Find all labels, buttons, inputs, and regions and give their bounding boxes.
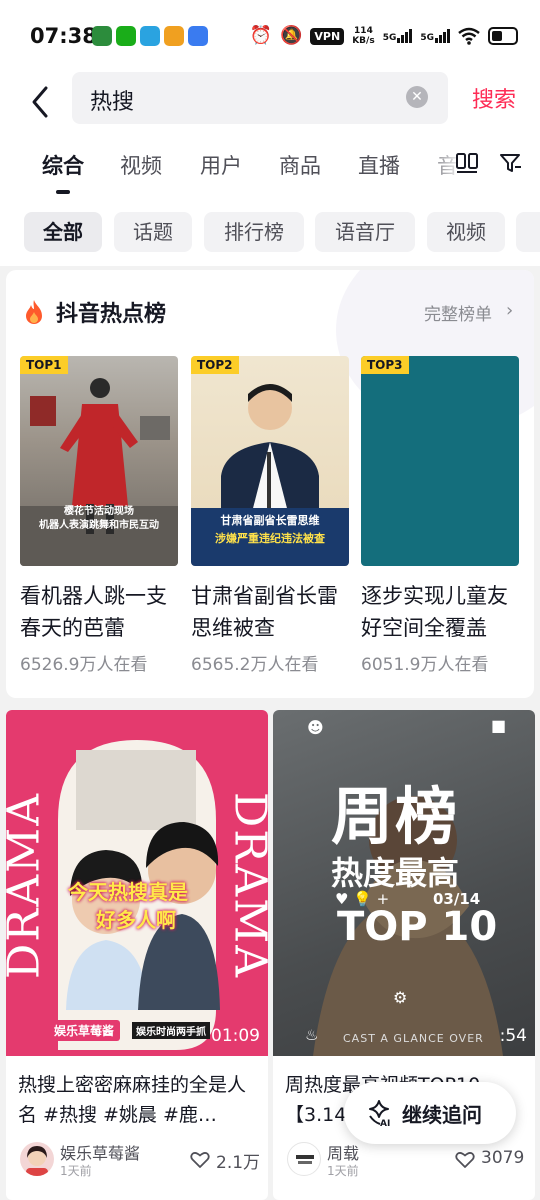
video-thumbnail[interactable]: ☻ ■ 周榜 热度最高 ♥ 💡 + 03/14 TOP 10 ⚙ ♨ CAST …: [273, 710, 535, 1056]
camera-icon: ■: [491, 716, 507, 735]
flame-small-icon: ♨: [305, 1026, 319, 1044]
video-duration: :54: [499, 1026, 527, 1046]
cover-subline: 热度最高: [331, 854, 460, 892]
thumb-caption: 机器人表演跳舞和市民互动: [39, 520, 159, 531]
ai-sparkle-icon: AI: [369, 1100, 390, 1128]
search-button[interactable]: 搜索: [472, 82, 516, 114]
settings-icon: ⚙: [393, 988, 408, 1007]
avatar[interactable]: [20, 1142, 54, 1176]
signal-bars-icon: [397, 29, 413, 43]
author-name[interactable]: 周载: [327, 1140, 359, 1164]
video-title[interactable]: 热搜上密密麻麻挂的全是人名 #热搜 #姚晨 #鹿…: [18, 1070, 260, 1132]
thumb-caption: 甘肃省副省长雷思维: [220, 514, 320, 527]
app-notification-icon: [92, 26, 112, 46]
video-duration: 01:09: [211, 1026, 260, 1046]
video-app-icon: [164, 26, 184, 46]
tab-live[interactable]: 直播: [358, 150, 400, 180]
robot-dancer-image: [20, 378, 178, 566]
side-text-left: DRAMA: [6, 792, 50, 980]
cover-top: TOP 10: [337, 904, 498, 950]
tab-video[interactable]: 视频: [120, 150, 162, 180]
result-tabs: 综合 视频 用户 商品 直播 音: [0, 136, 540, 204]
rank-badge: TOP3: [361, 356, 409, 374]
layout-toggle-icon[interactable]: [455, 152, 479, 174]
telegram-icon: [140, 26, 160, 46]
hot-item-thumbnail[interactable]: TOP3: [361, 356, 519, 566]
continue-asking-label: 继续追问: [402, 1103, 482, 1127]
chip-topics[interactable]: 话题: [114, 212, 192, 252]
alarm-icon: ⏰: [249, 25, 272, 46]
avatar[interactable]: [287, 1142, 321, 1176]
thumb-caption: 樱花节活动现场: [64, 506, 134, 517]
search-header: 热搜 ✕ 搜索: [0, 72, 540, 136]
wechat-icon: [116, 26, 136, 46]
signal-1: 5G: [383, 29, 413, 43]
hot-list-title: 抖音热点榜: [56, 302, 167, 327]
douyin-hot-list-card: 抖音热点榜 完整榜单 › TOP1 樱花节活动现场 机器人表演跳舞和市民互动 看…: [6, 270, 534, 698]
hot-list-item[interactable]: TOP2 甘肃省副省长雷思维 涉嫌严重违纪违法被查 甘肃省副省长雷思维被查 65…: [191, 356, 349, 675]
flame-icon: [26, 300, 42, 324]
chip-all[interactable]: 全部: [24, 212, 102, 252]
back-arrow-icon[interactable]: [26, 82, 56, 122]
tab-products[interactable]: 商品: [279, 150, 321, 180]
channel-badge: 娱乐草莓酱: [48, 1020, 121, 1041]
tab-comprehensive[interactable]: 综合: [42, 150, 84, 180]
hot-item-title[interactable]: 逐步实现儿童友好空间全覆盖: [361, 580, 519, 644]
filter-chips: 全部 话题 排行榜 语音厅 视频 音: [0, 204, 540, 266]
heart-icon[interactable]: [455, 1151, 475, 1169]
network-speed: 114 KB/s: [352, 26, 375, 46]
post-time: 1天前: [327, 1164, 359, 1178]
hot-item-title[interactable]: 甘肃省副省长雷思维被查: [191, 580, 349, 644]
heart-icon[interactable]: [190, 1151, 210, 1169]
chip-video[interactable]: 视频: [427, 212, 505, 252]
signal-2: 5G: [420, 29, 450, 43]
channel-tagline: 娱乐时尚两手抓: [132, 1022, 210, 1039]
battery-icon: [488, 27, 518, 45]
rank-badge: TOP1: [20, 356, 68, 374]
mute-icon: 🔕: [280, 25, 303, 46]
hot-item-viewers: 6526.9万人在看: [20, 655, 148, 675]
side-text-right: DRAMA: [224, 791, 269, 979]
tab-users[interactable]: 用户: [200, 150, 242, 180]
active-tab-indicator: [56, 190, 70, 194]
continue-asking-button[interactable]: AI 继续追问: [344, 1082, 516, 1144]
cover-headline: 周榜: [331, 780, 460, 853]
signal-bars-icon: [435, 29, 450, 43]
like-count: 3079: [481, 1148, 525, 1168]
post-time: 1天前: [60, 1164, 92, 1178]
hot-item-title[interactable]: 看机器人跳一支春天的芭蕾: [20, 580, 178, 644]
rank-badge: TOP2: [191, 356, 239, 374]
clear-search-icon[interactable]: ✕: [406, 86, 428, 108]
thumb-caption: 涉嫌严重违纪违法被查: [215, 532, 325, 545]
video-card[interactable]: DRAMA DRAMA 今天热搜真是 好多人啊 娱乐草莓酱 娱乐时尚两手抓 01…: [6, 710, 268, 1200]
hot-item-thumbnail[interactable]: TOP1 樱花节活动现场 机器人表演跳舞和市民互动: [20, 356, 178, 566]
chip-voice-room[interactable]: 语音厅: [315, 212, 415, 252]
hot-list-item[interactable]: TOP3 逐步实现儿童友好空间全覆盖 6051.9万人在看: [361, 356, 519, 675]
overlay-text: 今天热搜真是: [68, 880, 188, 904]
chip-music[interactable]: 音: [516, 212, 540, 252]
browser-app-icon: [188, 26, 208, 46]
vpn-badge: VPN: [310, 27, 345, 45]
status-icons: ⏰ 🔕 VPN 114 KB/s 5G 5G: [250, 24, 518, 48]
search-input[interactable]: 热搜 ✕: [72, 72, 448, 124]
wifi-icon: [458, 27, 480, 45]
status-time: 07:38: [30, 24, 97, 48]
hot-item-viewers: 6565.2万人在看: [191, 655, 319, 675]
hot-list-item[interactable]: TOP1 樱花节活动现场 机器人表演跳舞和市民互动 看机器人跳一支春天的芭蕾 6…: [20, 356, 178, 675]
video-thumbnail[interactable]: DRAMA DRAMA 今天热搜真是 好多人啊 娱乐草莓酱 娱乐时尚两手抓 01…: [6, 710, 268, 1056]
status-bar: 07:38 ⏰ 🔕 VPN 114 KB/s 5G 5G: [0, 0, 540, 72]
like-count: 2.1万: [216, 1153, 261, 1173]
search-query-text[interactable]: 热搜: [90, 84, 134, 116]
ghost-icon: ☻: [307, 718, 324, 737]
chip-rankings[interactable]: 排行榜: [204, 212, 304, 252]
cover-tagline: CAST A GLANCE OVER: [343, 1032, 484, 1045]
hot-item-viewers: 6051.9万人在看: [361, 655, 489, 675]
filter-icon[interactable]: [498, 151, 522, 175]
full-list-link[interactable]: 完整榜单: [424, 300, 492, 325]
svg-text:AI: AI: [380, 1119, 390, 1128]
chevron-right-icon[interactable]: ›: [506, 300, 513, 321]
author-name[interactable]: 娱乐草莓酱: [60, 1140, 140, 1164]
hot-item-thumbnail[interactable]: TOP2 甘肃省副省长雷思维 涉嫌严重违纪违法被查: [191, 356, 349, 566]
overlay-text: 好多人啊: [96, 908, 176, 932]
